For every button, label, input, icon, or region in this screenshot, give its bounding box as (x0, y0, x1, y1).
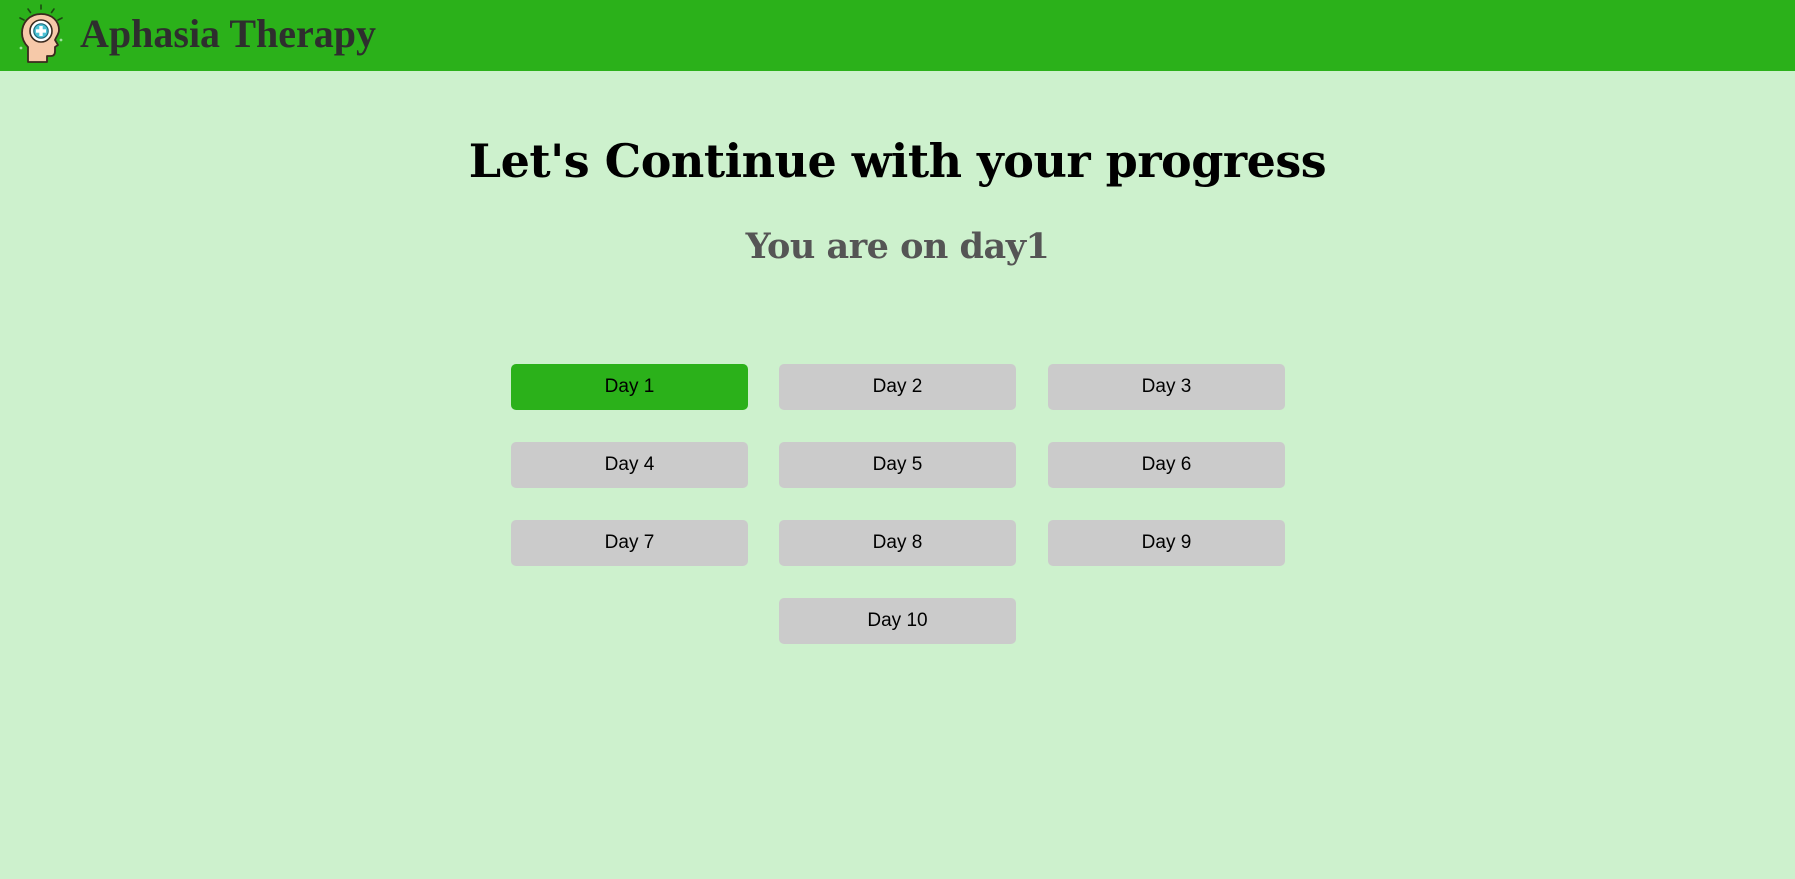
day-1-button[interactable]: Day 1 (511, 364, 748, 410)
day-7-button[interactable]: Day 7 (511, 520, 748, 566)
app-header: Aphasia Therapy (0, 0, 1795, 71)
current-day-subtitle: You are on day1 (745, 226, 1050, 267)
day-9-button[interactable]: Day 9 (1048, 520, 1285, 566)
day-6-button[interactable]: Day 6 (1048, 442, 1285, 488)
day-8-button[interactable]: Day 8 (779, 520, 1016, 566)
day-5-button[interactable]: Day 5 (779, 442, 1016, 488)
day-2-button[interactable]: Day 2 (779, 364, 1016, 410)
brain-head-icon (19, 4, 63, 63)
page-title: Let's Continue with your progress (468, 134, 1327, 188)
app-title: Aphasia Therapy (80, 11, 377, 56)
day-3-button[interactable]: Day 3 (1048, 364, 1285, 410)
day-4-button[interactable]: Day 4 (511, 442, 748, 488)
day-10-button[interactable]: Day 10 (779, 598, 1016, 644)
